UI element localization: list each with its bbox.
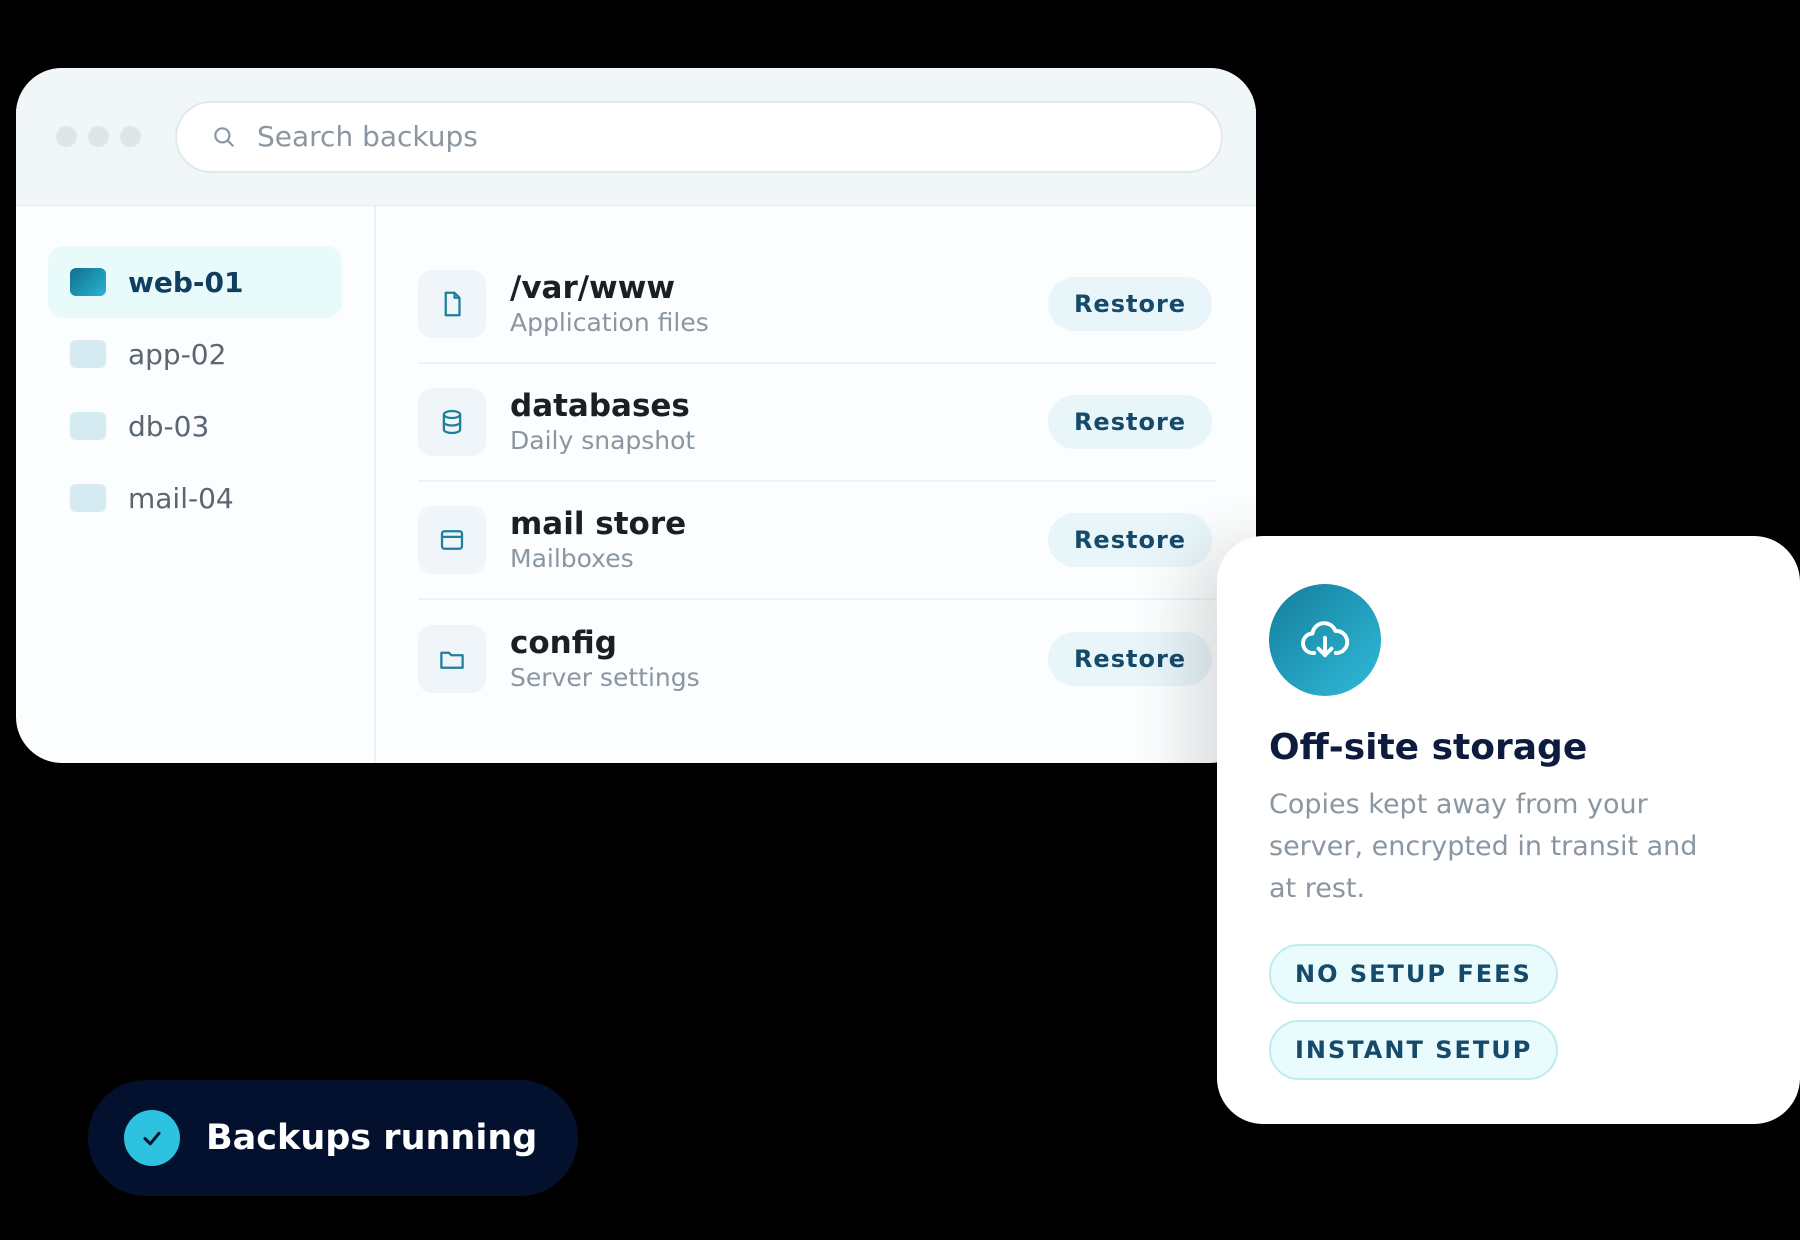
file-text: /var/www Application files <box>510 269 1048 339</box>
file-name: /var/www <box>510 270 675 306</box>
file-text: config Server settings <box>510 624 1048 694</box>
mailbox-icon <box>418 506 486 574</box>
card-description: Copies kept away from your server, encry… <box>1269 789 1698 904</box>
server-sidebar: web-01 app-02 db-03 mail-04 <box>16 206 376 763</box>
cloud-download-icon <box>1269 584 1381 696</box>
feature-pill-no-setup-fees: NO SETUP FEES <box>1269 944 1558 1004</box>
folder-icon <box>418 625 486 693</box>
server-icon <box>70 412 106 440</box>
server-icon <box>70 268 106 296</box>
check-icon <box>124 1110 180 1166</box>
restore-button[interactable]: Restore <box>1048 395 1212 449</box>
window-dot-minimize[interactable] <box>88 126 109 147</box>
feature-pill-instant-setup: INSTANT SETUP <box>1269 1020 1559 1080</box>
list-item: config Server settings Restore <box>418 600 1216 718</box>
sidebar-item-mail-04[interactable]: mail-04 <box>48 462 342 534</box>
file-subtitle: Server settings <box>510 663 700 692</box>
list-item: databases Daily snapshot Restore <box>418 364 1216 482</box>
sidebar-item-label: web-01 <box>128 265 244 299</box>
status-badge: Backups running <box>88 1080 578 1196</box>
file-subtitle: Daily snapshot <box>510 426 696 455</box>
file-subtitle: Application files <box>510 308 709 337</box>
sidebar-item-label: db-03 <box>128 409 210 443</box>
backup-file-list: /var/www Application files Restore datab… <box>376 206 1256 763</box>
server-icon <box>70 484 106 512</box>
search-bar[interactable] <box>175 100 1223 173</box>
database-icon <box>418 388 486 456</box>
file-subtitle: Mailboxes <box>510 544 634 573</box>
stage: web-01 app-02 db-03 mail-04 <box>0 0 1800 1240</box>
window-content: web-01 app-02 db-03 mail-04 /var/www App… <box>16 206 1256 763</box>
sidebar-item-app-02[interactable]: app-02 <box>48 318 342 390</box>
window-toolbar <box>16 68 1256 206</box>
file-icon <box>418 270 486 338</box>
window-controls <box>56 126 141 147</box>
sidebar-item-web-01[interactable]: web-01 <box>48 246 342 318</box>
restore-button[interactable]: Restore <box>1048 513 1212 567</box>
sidebar-item-db-03[interactable]: db-03 <box>48 390 342 462</box>
server-icon <box>70 340 106 368</box>
list-item: /var/www Application files Restore <box>418 246 1216 364</box>
file-name: databases <box>510 388 690 424</box>
feature-pills: NO SETUP FEES INSTANT SETUP <box>1269 944 1748 1080</box>
file-text: mail store Mailboxes <box>510 505 1048 575</box>
file-name: mail store <box>510 506 687 542</box>
restore-button[interactable]: Restore <box>1048 277 1212 331</box>
search-icon <box>211 124 237 150</box>
offsite-storage-card: Off-site storage Copies kept away from y… <box>1217 536 1800 1124</box>
status-label: Backups running <box>206 1118 538 1158</box>
sidebar-item-label: mail-04 <box>128 481 234 515</box>
file-text: databases Daily snapshot <box>510 387 1048 457</box>
card-title: Off-site storage <box>1269 727 1588 768</box>
backups-window: web-01 app-02 db-03 mail-04 <box>16 68 1256 763</box>
file-name: config <box>510 625 617 661</box>
list-item: mail store Mailboxes Restore <box>418 482 1216 600</box>
search-input[interactable] <box>257 120 1157 153</box>
sidebar-item-label: app-02 <box>128 337 227 371</box>
window-dot-maximize[interactable] <box>120 126 141 147</box>
window-dot-close[interactable] <box>56 126 77 147</box>
restore-button[interactable]: Restore <box>1048 632 1212 686</box>
